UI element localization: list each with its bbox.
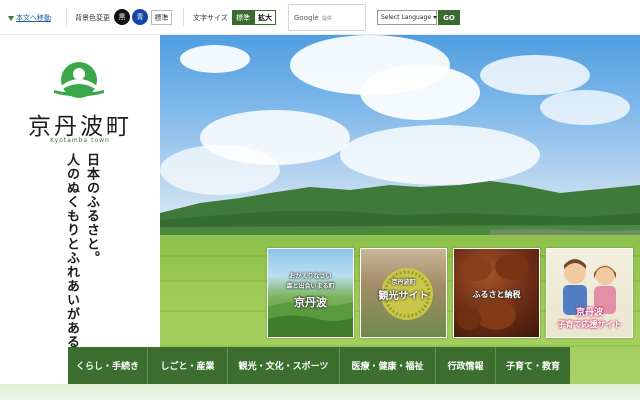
town-name-logo[interactable]: 京丹波町	[0, 107, 160, 141]
card-line1: 京丹波町	[391, 279, 416, 286]
nav-item-tourism[interactable]: 観光・文化・スポーツ	[228, 347, 340, 384]
divider	[66, 8, 67, 27]
tagline-line2: 人のぬくもりとふれあいがあるまち	[64, 153, 79, 377]
page: おかえりなさい 森と出会いまる町 京丹波 京丹波町 観光サイト ふるさと納税 京…	[0, 0, 640, 400]
card-childcare-site[interactable]: 京丹波 子育て応援サイト	[546, 248, 633, 338]
nav-item-administration[interactable]: 行政情報	[436, 347, 496, 384]
skip-link-label: 本文へ移動	[16, 14, 51, 22]
card-line1: おかえりなさい	[289, 273, 332, 280]
card-tourism-site[interactable]: 京丹波町 観光サイト	[360, 248, 447, 338]
card-furusato-tax[interactable]: ふるさと納税	[453, 248, 540, 338]
card-title: 京丹波	[294, 296, 327, 309]
card-line2: 森と出会いまる町	[286, 283, 335, 290]
tagline-line1: 日本のふるさと。	[84, 153, 99, 265]
card-kyotamba-promo[interactable]: おかえりなさい 森と出会いまる町 京丹波	[267, 248, 354, 338]
town-emblem-icon[interactable]	[52, 60, 106, 104]
skip-to-content-link[interactable]: 本文へ移動	[8, 13, 51, 23]
font-large-button[interactable]: 拡大	[254, 10, 276, 25]
logo-column: 京丹波町 Kyotamba town 日本のふるさと。 人のぬくもりとふれあいが…	[0, 35, 160, 377]
bg-black-button[interactable]: 黒	[114, 9, 130, 25]
bg-standard-button[interactable]: 標準	[151, 10, 172, 25]
town-roman-name: Kyotamba town	[50, 137, 110, 144]
divider	[183, 8, 184, 27]
main-navigation: くらし・手続き しごと・産業 観光・文化・スポーツ 医療・健康・福祉 行政情報 …	[68, 347, 570, 384]
bg-color-label: 背景色変更	[75, 14, 110, 22]
page-bottom-strip	[0, 384, 640, 400]
nav-item-living[interactable]: くらし・手続き	[68, 347, 148, 384]
font-standard-button[interactable]: 標準	[232, 10, 254, 25]
font-size-label: 文字サイズ	[193, 14, 228, 22]
hero-slideshow: おかえりなさい 森と出会いまる町 京丹波 京丹波町 観光サイト ふるさと納税 京…	[160, 35, 640, 400]
chevron-down-icon	[433, 16, 438, 19]
nav-item-childcare[interactable]: 子育て・教育	[496, 347, 570, 384]
search-brand-sub: 提供	[322, 16, 333, 22]
language-select[interactable]: Select Language	[377, 10, 438, 25]
nav-item-work[interactable]: しごと・産業	[148, 347, 228, 384]
language-go-button[interactable]: GO	[438, 10, 460, 25]
nav-item-health[interactable]: 医療・健康・福祉	[340, 347, 436, 384]
card-title: 京丹波	[575, 308, 603, 318]
card-subtitle: 子育て応援サイト	[557, 320, 622, 329]
triangle-down-icon	[8, 15, 14, 21]
card-title: 観光サイト	[378, 291, 429, 302]
bg-blue-button[interactable]: 青	[132, 9, 148, 25]
card-title: ふるさと納税	[472, 290, 521, 299]
search-brand: Google	[294, 14, 319, 22]
language-select-value: Select Language	[381, 14, 432, 21]
utility-bar: 本文へ移動 背景色変更 黒 青 標準 文字サイズ 標準 拡大 Google 提供…	[0, 0, 640, 35]
site-search-input[interactable]: Google 提供	[288, 4, 366, 31]
